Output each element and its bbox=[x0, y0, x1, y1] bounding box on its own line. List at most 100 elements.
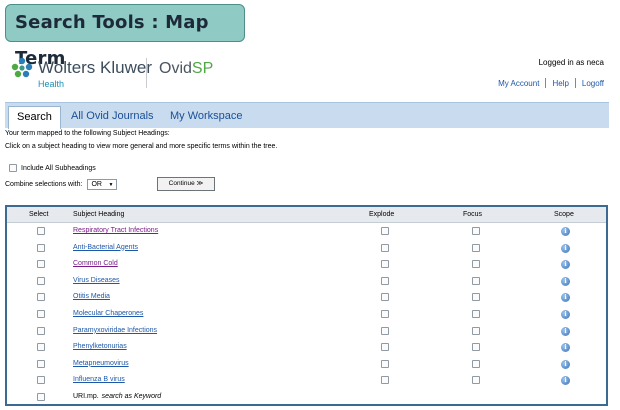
info-icon[interactable]: i bbox=[561, 243, 570, 253]
subject-heading-link[interactable]: Molecular Chaperones bbox=[73, 310, 143, 317]
brand-subtitle: Health bbox=[38, 79, 65, 89]
subject-column-header: Subject Heading bbox=[73, 211, 125, 218]
focus-column-header: Focus bbox=[463, 211, 483, 218]
info-icon[interactable]: i bbox=[561, 326, 570, 336]
logoff-link[interactable]: Logoff bbox=[582, 79, 604, 88]
tab-my-workspace[interactable]: My Workspace bbox=[162, 106, 251, 129]
select-checkbox[interactable] bbox=[37, 310, 45, 318]
combine-option: Combine selections with: OR ▼ bbox=[5, 179, 118, 190]
focus-checkbox[interactable] bbox=[472, 260, 480, 269]
focus-checkbox[interactable] bbox=[472, 359, 480, 368]
mapping-instructions-text: Click on a subject heading to view more … bbox=[5, 143, 278, 150]
subject-heading-link[interactable]: Influenza B virus bbox=[73, 376, 125, 383]
mapping-info-text: Your term mapped to the following Subjec… bbox=[5, 130, 170, 137]
select-column-header: Select bbox=[29, 211, 49, 218]
combine-select-value: OR bbox=[91, 181, 102, 188]
select-checkbox[interactable] bbox=[37, 359, 45, 368]
keyword-search-label: URI.mp. search as Keyword bbox=[73, 393, 161, 400]
product-accent: SP bbox=[191, 60, 214, 77]
focus-checkbox[interactable] bbox=[472, 376, 480, 385]
focus-checkbox[interactable] bbox=[472, 343, 480, 352]
focus-checkbox[interactable] bbox=[472, 276, 480, 285]
explode-checkbox[interactable] bbox=[381, 293, 389, 302]
wolters-kluwer-logo-icon bbox=[11, 57, 33, 78]
focus-checkbox[interactable] bbox=[472, 243, 480, 252]
logo-divider bbox=[146, 58, 147, 88]
include-subheadings-checkbox[interactable] bbox=[9, 164, 17, 172]
combine-select[interactable]: OR ▼ bbox=[87, 179, 118, 190]
explode-checkbox[interactable] bbox=[381, 376, 389, 385]
brand-name: Wolters Kluwer bbox=[38, 58, 152, 77]
table-row: Influenza B virus i bbox=[7, 373, 606, 389]
info-icon[interactable]: i bbox=[561, 343, 570, 353]
select-checkbox[interactable] bbox=[37, 276, 45, 285]
explode-checkbox[interactable] bbox=[381, 243, 389, 252]
info-icon[interactable]: i bbox=[561, 310, 570, 319]
info-icon[interactable]: i bbox=[561, 376, 570, 386]
info-icon[interactable]: i bbox=[561, 260, 570, 270]
chevron-down-icon: ▼ bbox=[108, 181, 114, 188]
explode-checkbox[interactable] bbox=[381, 359, 389, 368]
select-checkbox[interactable] bbox=[37, 343, 45, 352]
scope-column-header: Scope bbox=[554, 211, 574, 218]
focus-checkbox[interactable] bbox=[472, 310, 480, 318]
tab-search[interactable]: Search bbox=[8, 106, 61, 129]
explode-checkbox[interactable] bbox=[381, 326, 389, 335]
table-row: Phenylketonurias i bbox=[7, 340, 606, 356]
select-checkbox[interactable] bbox=[37, 293, 45, 302]
subject-heading-link[interactable]: Anti-Bacterial Agents bbox=[73, 244, 138, 251]
table-row: Anti-Bacterial Agents i bbox=[7, 241, 606, 257]
link-divider bbox=[545, 78, 547, 88]
table-row: Metapneumovirus i bbox=[7, 357, 606, 373]
continue-button[interactable]: Continue ≫ bbox=[157, 177, 215, 191]
select-checkbox[interactable] bbox=[37, 243, 45, 252]
info-icon[interactable]: i bbox=[561, 276, 570, 286]
info-icon[interactable]: i bbox=[561, 227, 570, 236]
link-divider bbox=[574, 78, 576, 88]
subject-heading-link[interactable]: Respiratory Tract Infections bbox=[73, 227, 158, 234]
explode-checkbox[interactable] bbox=[381, 276, 389, 285]
combine-label: Combine selections with: bbox=[5, 181, 83, 188]
focus-checkbox[interactable] bbox=[472, 293, 480, 302]
explode-checkbox[interactable] bbox=[381, 227, 389, 235]
subject-heading-link[interactable]: Otitis Media bbox=[73, 293, 110, 300]
subject-heading-link[interactable]: Paramyxoviridae Infections bbox=[73, 327, 157, 334]
tab-all-ovid-journals[interactable]: All Ovid Journals bbox=[63, 106, 162, 129]
select-checkbox[interactable] bbox=[37, 326, 45, 335]
explode-checkbox[interactable] bbox=[381, 260, 389, 269]
table-row: Respiratory Tract Infections i bbox=[7, 224, 606, 240]
focus-checkbox[interactable] bbox=[472, 227, 480, 235]
info-icon[interactable]: i bbox=[561, 359, 570, 369]
keyword-suffix: search as Keyword bbox=[101, 393, 162, 400]
page-banner-title: Search Tools : Map Term bbox=[5, 4, 245, 69]
table-row: Molecular Chaperones i bbox=[7, 307, 606, 323]
info-icon[interactable]: i bbox=[561, 293, 570, 303]
product-name: Ovid bbox=[159, 60, 192, 77]
select-checkbox[interactable] bbox=[37, 260, 45, 269]
explode-checkbox[interactable] bbox=[381, 343, 389, 352]
select-checkbox[interactable] bbox=[37, 227, 45, 235]
subject-heading-link[interactable]: Virus Diseases bbox=[73, 277, 120, 284]
table-row: Virus Diseases i bbox=[7, 274, 606, 290]
main-tab-bar: Search All Ovid Journals My Workspace bbox=[5, 102, 609, 129]
subject-heading-link[interactable]: Phenylketonurias bbox=[73, 343, 127, 350]
subject-heading-table: Select Subject Heading Explode Focus Sco… bbox=[5, 205, 608, 406]
keyword-select-checkbox[interactable] bbox=[37, 393, 45, 401]
product-logo: OvidSP bbox=[159, 60, 213, 78]
logged-in-status: Logged in as neca bbox=[538, 58, 604, 67]
help-link[interactable]: Help bbox=[552, 79, 568, 88]
explode-checkbox[interactable] bbox=[381, 310, 389, 318]
include-subheadings-label: Include All Subheadings bbox=[21, 164, 96, 172]
account-links: My Account Help Logoff bbox=[498, 78, 604, 88]
table-row: Otitis Media i bbox=[7, 290, 606, 306]
keyword-term: URI.mp. bbox=[73, 393, 99, 400]
select-checkbox[interactable] bbox=[37, 376, 45, 385]
table-row: Paramyxoviridae Infections i bbox=[7, 324, 606, 340]
table-header: Select Subject Heading Explode Focus Sco… bbox=[7, 207, 606, 223]
table-row: Common Cold i bbox=[7, 257, 606, 273]
focus-checkbox[interactable] bbox=[472, 326, 480, 335]
subject-heading-link[interactable]: Common Cold bbox=[73, 260, 118, 267]
include-subheadings-option: Include All Subheadings bbox=[9, 164, 96, 172]
my-account-link[interactable]: My Account bbox=[498, 79, 539, 88]
subject-heading-link[interactable]: Metapneumovirus bbox=[73, 360, 129, 367]
